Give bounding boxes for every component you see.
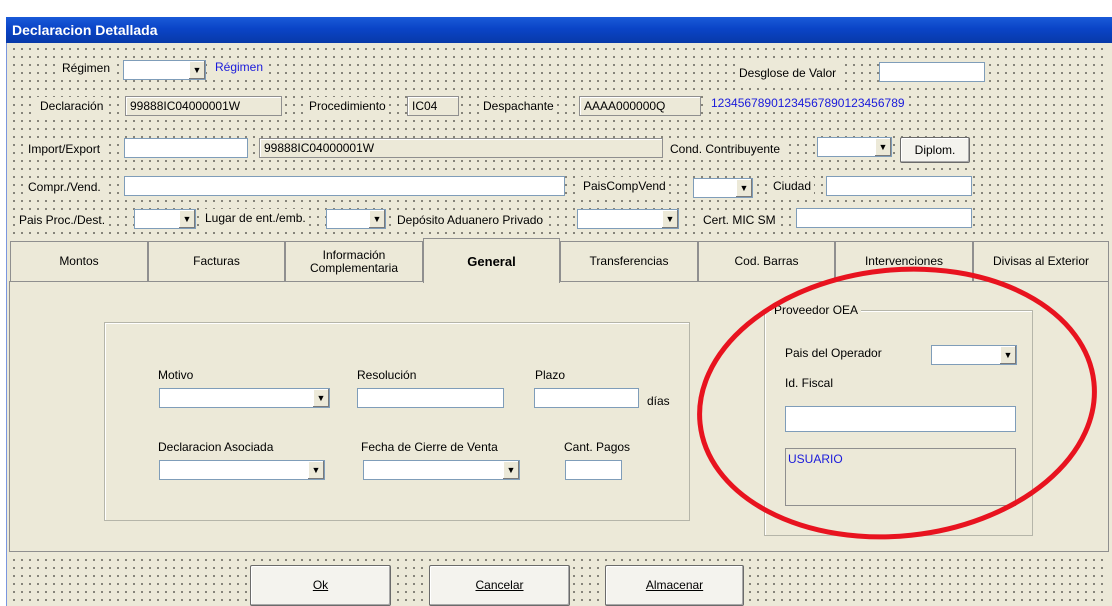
chevron-down-icon[interactable]: ▼ <box>188 61 205 79</box>
plazo-label: Plazo <box>532 366 569 384</box>
chevron-down-icon[interactable]: ▼ <box>874 138 891 156</box>
impexp-label: Import/Export <box>25 140 104 158</box>
despachante-value: AAAA000000Q <box>579 96 701 116</box>
title-bar: Declaracion Detallada <box>6 17 1112 43</box>
tab-divisas-al-exterior[interactable]: Divisas al Exterior <box>973 241 1109 281</box>
tab-cod-barras[interactable]: Cod. Barras <box>698 241 835 281</box>
lugar-label: Lugar de ent./emb. <box>202 209 309 227</box>
tab-intervenciones[interactable]: Intervenciones <box>835 241 973 281</box>
usuario-text: USUARIO <box>788 452 843 466</box>
ok-button-label: Ok <box>312 578 329 592</box>
motivo-select[interactable]: ▼ <box>159 388 330 408</box>
chevron-down-icon[interactable]: ▼ <box>312 389 329 407</box>
cant-pagos-input[interactable] <box>565 460 622 480</box>
cant-pagos-label: Cant. Pagos <box>561 438 634 456</box>
cancel-button[interactable]: Cancelar <box>429 565 570 606</box>
regimen-select[interactable]: ▼ <box>123 60 206 80</box>
tab-transferencias[interactable]: Transferencias <box>560 241 698 281</box>
paiscompvend-label: PaisCompVend <box>580 177 669 195</box>
cond-contribuyente-label: Cond. Contribuyente <box>667 140 784 158</box>
procedimiento-value: IC04 <box>407 96 459 116</box>
chevron-down-icon[interactable]: ▼ <box>735 179 752 197</box>
general-group <box>104 322 690 521</box>
chevron-down-icon[interactable]: ▼ <box>178 210 195 228</box>
cert-mic-label: Cert. MIC SM <box>700 211 779 229</box>
plazo-input[interactable] <box>534 388 639 408</box>
desglose-label: Desglose de Valor <box>736 64 840 82</box>
impexp-input[interactable] <box>124 138 248 158</box>
proveedor-oea-title: Proveedor OEA <box>771 301 862 319</box>
store-button-label: Almacenar <box>645 578 704 592</box>
chevron-down-icon[interactable]: ▼ <box>999 346 1016 364</box>
ok-button[interactable]: Ok <box>250 565 391 606</box>
cert-mic-input[interactable] <box>796 208 972 228</box>
resolucion-input[interactable] <box>357 388 504 408</box>
chevron-down-icon[interactable]: ▼ <box>502 461 519 479</box>
dias-label: días <box>644 392 673 410</box>
usuario-box: USUARIO <box>785 448 1016 506</box>
store-button[interactable]: Almacenar <box>605 565 744 606</box>
declaracion-value: 99888IC04000001W <box>125 96 282 116</box>
regimen-label: Régimen <box>59 59 114 77</box>
declaracion-label: Declaración <box>37 97 107 115</box>
ciudad-input[interactable] <box>826 176 972 196</box>
id-fiscal-input[interactable] <box>785 406 1016 432</box>
tab-informacion-complementaria[interactable]: Información Complementaria <box>285 241 423 281</box>
comprvend-input[interactable] <box>124 176 565 196</box>
deposito-select[interactable]: ▼ <box>577 209 679 229</box>
tab-montos[interactable]: Montos <box>10 241 148 281</box>
chevron-down-icon[interactable]: ▼ <box>307 461 324 479</box>
resolucion-label: Resolución <box>354 366 420 384</box>
fecha-cierre-label: Fecha de Cierre de Venta <box>358 438 501 456</box>
declaracion-asociada-label: Declaracion Asociada <box>155 438 277 456</box>
deposito-label: Depósito Aduanero Privado <box>394 211 547 229</box>
paisproc-label: Pais Proc./Dest. <box>16 211 109 229</box>
chevron-down-icon[interactable]: ▼ <box>661 210 678 228</box>
id-fiscal-label: Id. Fiscal <box>782 374 837 392</box>
chevron-down-icon[interactable]: ▼ <box>368 210 385 228</box>
declaracion-asociada-select[interactable]: ▼ <box>159 460 325 480</box>
cancel-button-label: Cancelar <box>475 578 524 592</box>
despachante-number: 12345678901234567890123456789 <box>708 94 908 112</box>
lugar-select[interactable]: ▼ <box>326 209 386 229</box>
pais-operador-select[interactable]: ▼ <box>931 345 1017 365</box>
paiscompvend-select[interactable]: ▼ <box>693 178 753 198</box>
tab-general[interactable]: General <box>423 238 560 283</box>
diplom-button[interactable]: Diplom. <box>900 137 970 163</box>
comprvend-label: Compr./Vend. <box>25 178 104 196</box>
impexp-ref: 99888IC04000001W <box>259 138 663 158</box>
ciudad-label: Ciudad <box>770 177 815 195</box>
pais-operador-label: Pais del Operador <box>782 344 885 362</box>
regimen-link[interactable]: Régimen <box>212 58 267 76</box>
desglose-input[interactable] <box>879 62 985 82</box>
cond-contribuyente-select[interactable]: ▼ <box>817 137 892 157</box>
procedimiento-label: Procedimiento <box>306 97 389 115</box>
paisproc-select[interactable]: ▼ <box>134 209 196 229</box>
motivo-label: Motivo <box>155 366 197 384</box>
despachante-label: Despachante <box>480 97 557 115</box>
tab-facturas[interactable]: Facturas <box>148 241 285 281</box>
fecha-cierre-select[interactable]: ▼ <box>363 460 520 480</box>
